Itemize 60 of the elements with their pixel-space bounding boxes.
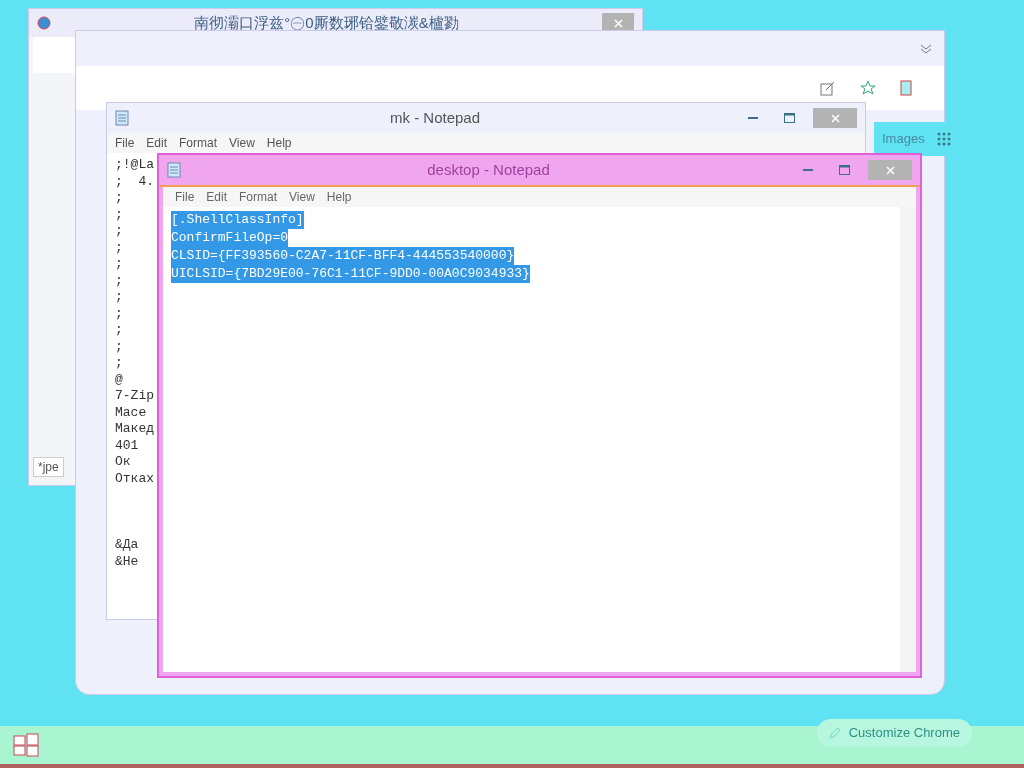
text-line: 401 [115,437,139,454]
maximize-icon [783,113,795,123]
text-line: @ [115,371,123,388]
chevron-down-icon [920,43,932,54]
minimize-icon [803,168,813,172]
notepad-icon [167,162,181,178]
text-line: ; [115,289,123,306]
text-line: ;!@La [115,157,154,174]
menu-item[interactable]: File [175,188,195,206]
text-line: ; [115,305,123,322]
phone-icon [900,80,912,96]
text-line: ; [115,206,123,223]
menu-item[interactable]: Edit [146,134,168,152]
text-line: ; 4. [115,173,154,190]
menu-item[interactable]: File [115,134,135,152]
close-button[interactable] [602,13,634,33]
menu-item[interactable]: Format [179,134,218,152]
menu-item[interactable]: Help [326,188,352,206]
text-line: Ок [115,454,131,471]
close-button[interactable] [868,160,912,180]
customize-chrome-button[interactable]: Customize Chrome [816,719,972,747]
notepad-icon [115,110,129,126]
menu-item[interactable]: View [229,134,255,152]
menu-item[interactable]: Help [266,134,292,152]
close-button[interactable] [813,108,857,128]
text-line: ; [115,239,123,256]
close-icon [885,165,895,175]
text-line: ; [115,355,123,372]
star-icon [860,80,876,96]
maximize-icon [838,165,850,175]
text-line: &Да [115,537,139,554]
text-line: ; [115,256,123,273]
address-bar[interactable] [33,37,77,73]
close-icon [613,18,623,28]
edit-icon [820,80,836,96]
minimize-icon [748,116,758,120]
globe-icon [37,16,51,30]
text-line: Отках [115,470,154,487]
menu-item[interactable]: Edit [206,188,228,206]
window-title: desktop - Notepad [426,159,551,180]
text-line: Макед [115,421,154,438]
tab-label[interactable]: *jpe [33,457,64,477]
close-icon [830,113,840,123]
menu-item[interactable]: Format [239,188,278,206]
text-line: ; [115,338,123,355]
text-line: ; [115,272,123,289]
text-line: &Не [115,553,139,570]
apps-grid-icon [936,132,951,146]
menu-item[interactable]: View [289,188,315,206]
windows-logo-icon [13,733,39,757]
text-line: 7-Zip [115,388,154,405]
start-button[interactable] [12,731,40,759]
pencil-icon [828,727,841,739]
window-title: 南彻灞口浮兹°㊀0厮数琊铪鐾敬湠&櫨勠 [193,12,460,33]
window-title: mk - Notepad [388,107,481,128]
vertical-scrollbar[interactable] [900,207,916,672]
text-line: ; [115,322,123,339]
text-line: Масе [115,404,147,421]
text-line: ; [115,223,123,240]
text-line: ; [115,190,123,207]
